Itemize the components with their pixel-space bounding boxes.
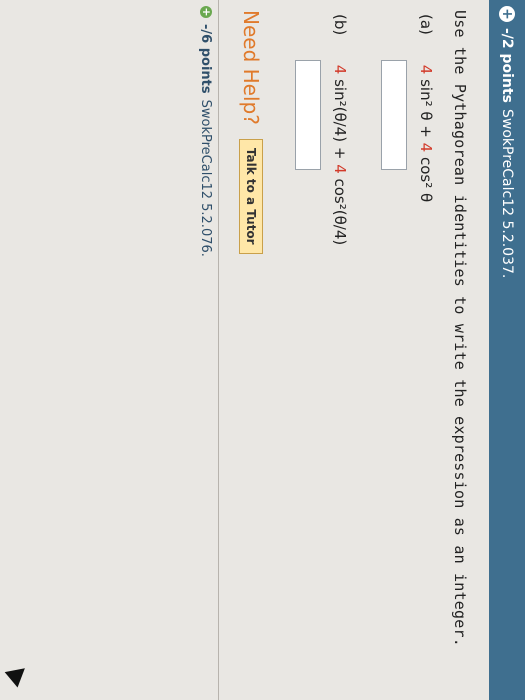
part-a-tail: cos² θ [417,152,435,203]
question-id: SwokPreCalc12 5.2.037. [499,108,515,279]
question-points: -/2 points [499,28,515,103]
question-header: + -/2 points SwokPreCalc12 5.2.037. [489,0,525,700]
question-body: Use the Pythagorean identities to write … [219,0,489,700]
part-b-coef-2: 4 [331,164,349,174]
part-b-tail: cos²(θ/4) [331,173,349,246]
part-a-coef-1: 4 [417,64,435,75]
next-question-id: SwokPreCalc12 5.2.076. [198,99,214,257]
question-prompt: Use the Pythagorean identities to write … [451,10,469,647]
part-a-middle: sin² θ + [417,74,435,143]
mouse-cursor-icon [4,660,32,688]
part-b-coef-1: 4 [331,64,349,75]
talk-to-tutor-button[interactable]: Talk to a Tutor [239,138,263,254]
part-b-answer-input[interactable] [295,60,321,170]
part-b-label: (b) [331,14,349,36]
next-question-points: -/6 points [198,24,214,94]
need-help-label: Need Help? [239,10,263,125]
part-a-label: (a) [417,14,435,35]
part-a-expression: (a) 4 sin² θ + 4 cos² θ [417,14,435,202]
next-question-header: + -/6 points SwokPreCalc12 5.2.076. [193,0,219,700]
help-row: Need Help? Talk to a Tutor [239,10,263,254]
expand-icon-small[interactable]: + [200,6,213,18]
part-a-coef-2: 4 [417,142,435,153]
part-b-middle: sin²(θ/4) + [331,74,349,165]
part-b-expression: (b) 4 sin²(θ/4) + 4 cos²(θ/4) [331,14,349,245]
expand-icon[interactable]: + [499,6,515,22]
part-a-answer-input[interactable] [381,60,407,170]
screen-stage: + -/2 points SwokPreCalc12 5.2.037. Use … [0,0,525,700]
